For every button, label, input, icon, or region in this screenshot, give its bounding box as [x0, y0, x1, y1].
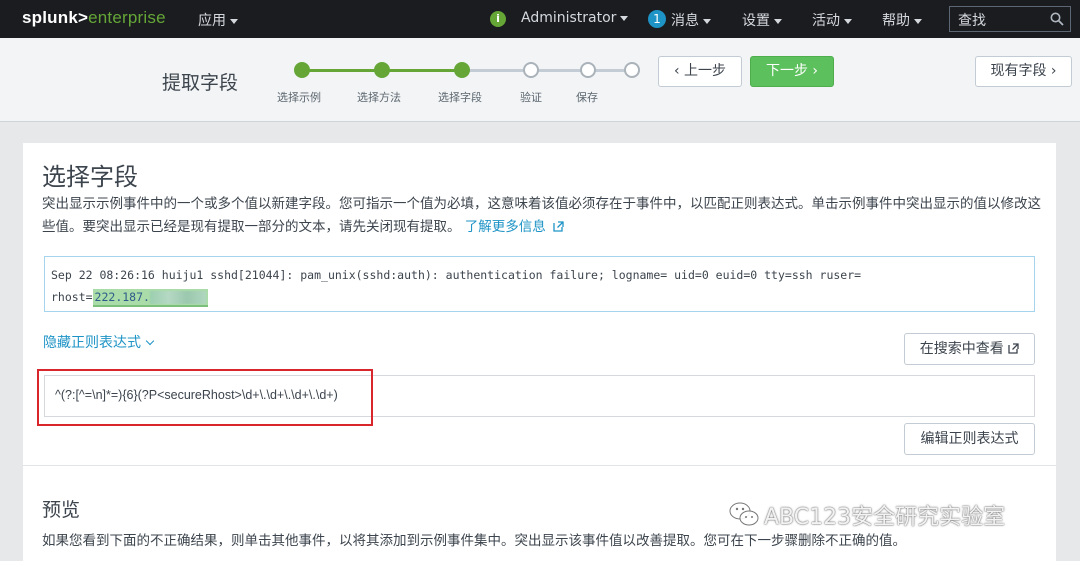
nav-messages-label: 消息: [671, 13, 699, 29]
chevron-right-icon: ›: [812, 63, 819, 79]
step-dot-6: [624, 62, 640, 78]
preview-title: 预览: [42, 499, 81, 521]
step-label: 选择字段: [438, 91, 482, 104]
caret-down-icon: [703, 18, 711, 24]
edit-regex-button[interactable]: 编辑正则表达式: [904, 423, 1035, 455]
view-in-search-button[interactable]: 在搜索中查看: [904, 333, 1035, 365]
sample-event-line-2: rhost= 222.187.: [51, 286, 1034, 308]
view-in-search-label: 在搜索中查看: [919, 341, 1004, 357]
wizard-header: 提取字段 选择示例 选择方法 选择字段 验证 保存 ‹ 上一步 下一步 › 现有…: [0, 38, 1080, 122]
nav-apps-menu[interactable]: 应用: [198, 10, 238, 30]
top-nav-bar: splunk>enterprise 应用 i Administrator 1 消…: [0, 0, 1080, 38]
step-label: 保存: [576, 91, 598, 104]
prev-button[interactable]: ‹ 上一步: [658, 56, 742, 87]
caret-down-icon: [230, 18, 238, 24]
step-dot-4: [523, 62, 539, 78]
nav-help-menu[interactable]: 帮助: [882, 10, 922, 30]
highlighted-field-value[interactable]: 222.187.: [92, 289, 208, 307]
chevron-left-icon: ‹: [673, 63, 680, 79]
search-placeholder: 查找: [958, 13, 986, 29]
logo-splunk-text: splunk>: [22, 8, 89, 27]
step-dot-3: [454, 62, 470, 78]
nav-messages-menu[interactable]: 消息: [671, 10, 711, 30]
step-label: 选择方法: [357, 91, 401, 104]
caret-down-icon: [844, 18, 852, 24]
existing-fields-label: 现有字段: [990, 63, 1047, 79]
sample-event-line: Sep 22 08:26:16 huiju1 sshd[21044]: pam_…: [51, 268, 862, 282]
chevron-right-icon: ›: [1050, 63, 1057, 79]
nav-user-menu[interactable]: Administrator: [521, 10, 629, 26]
preview-description: 如果您看到下面的不正确结果，则单击其他事件，以将其添加到示例事件集中。突出显示该…: [42, 533, 906, 549]
wechat-icon: [729, 502, 759, 526]
step-label: 选择示例: [277, 91, 321, 104]
watermark-text: ABC123安全研究实验室: [764, 505, 1006, 530]
nav-activity-menu[interactable]: 活动: [812, 10, 852, 30]
page-description: 突出显示示例事件中的一个或多个值以新建字段。您可指示一个值为必填，这意味着该值必…: [42, 193, 1042, 239]
nav-help-label: 帮助: [882, 13, 910, 29]
page-title: 选择字段: [42, 163, 138, 191]
nav-settings-menu[interactable]: 设置: [742, 10, 782, 30]
info-icon: i: [490, 11, 506, 27]
step-dot-1: [294, 62, 310, 78]
messages-count-badge: 1: [648, 10, 666, 28]
logo-enterprise-text: enterprise: [88, 8, 166, 27]
highlight-text: 222.187.: [94, 290, 150, 304]
chevron-down-icon: [145, 336, 155, 346]
step-remaining-line: [462, 69, 632, 72]
nav-settings-label: 设置: [742, 13, 770, 29]
next-button-label: 下一步: [765, 63, 808, 79]
nav-activity-label: 活动: [812, 13, 840, 29]
annotation-highlight-box: [37, 369, 373, 426]
splunk-logo[interactable]: splunk>enterprise: [22, 8, 166, 28]
existing-fields-button[interactable]: 现有字段 ›: [975, 56, 1072, 87]
caret-down-icon: [914, 18, 922, 24]
section-divider: [23, 465, 1056, 466]
wizard-title: 提取字段: [162, 72, 239, 94]
step-label: 验证: [520, 91, 542, 104]
learn-more-label: 了解更多信息: [464, 219, 546, 235]
caret-down-icon: [620, 15, 629, 21]
nav-user-label: Administrator: [521, 10, 617, 26]
hide-regex-toggle[interactable]: 隐藏正则表达式: [43, 332, 155, 352]
nav-apps-label: 应用: [198, 13, 226, 29]
next-button[interactable]: 下一步 ›: [750, 56, 834, 87]
edit-regex-label: 编辑正则表达式: [920, 431, 1019, 447]
search-input[interactable]: 查找: [949, 6, 1071, 32]
hide-regex-label: 隐藏正则表达式: [43, 335, 141, 351]
sample-event[interactable]: Sep 22 08:26:16 huiju1 sshd[21044]: pam_…: [44, 256, 1035, 312]
prev-button-label: 上一步: [684, 63, 727, 79]
external-link-icon: [553, 221, 564, 232]
sample-event-prefix: rhost=: [51, 290, 93, 304]
learn-more-link[interactable]: 了解更多信息: [465, 219, 564, 235]
search-icon: [1050, 12, 1064, 26]
caret-down-icon: [774, 18, 782, 24]
step-dot-2: [374, 62, 390, 78]
redacted-value: [149, 291, 206, 304]
external-link-icon: [1008, 343, 1019, 354]
step-dot-5: [580, 62, 596, 78]
